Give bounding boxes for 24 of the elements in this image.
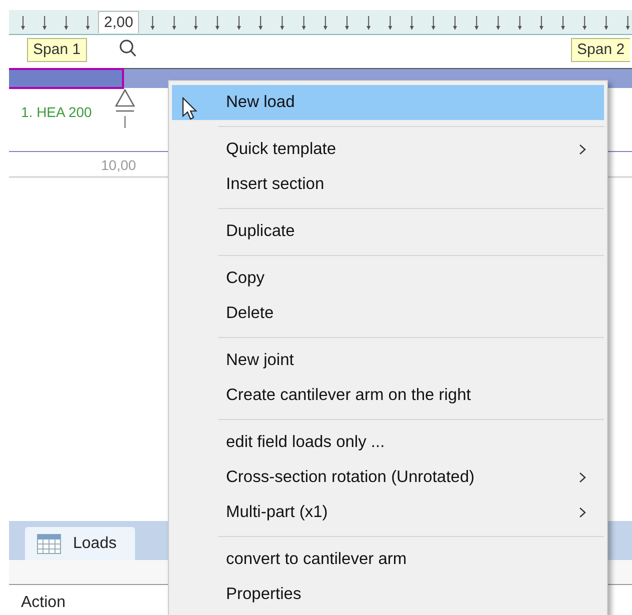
span-label: Span 2	[571, 38, 630, 62]
dimension-label: 10,00	[101, 157, 136, 173]
menu-item[interactable]: Properties	[172, 577, 604, 612]
ruler-label: 2,00	[98, 11, 140, 33]
menu-item[interactable]: Quick template	[172, 132, 604, 167]
menu-item[interactable]: Create cantilever arm on the right	[172, 378, 604, 413]
menu-item[interactable]: Insert section	[172, 167, 604, 202]
menu-item[interactable]: New joint	[172, 343, 604, 378]
menu-item[interactable]: New load	[172, 85, 604, 120]
menu-item[interactable]: Delete	[172, 296, 604, 331]
menu-item[interactable]: Cross-section rotation (Unrotated)	[172, 460, 604, 495]
table-icon	[37, 534, 61, 554]
section-label: 1. HEA 200	[21, 104, 92, 120]
loads-tab[interactable]: Loads	[25, 527, 135, 560]
zoom-icon	[119, 39, 137, 58]
column-header[interactable]: Action	[9, 585, 66, 612]
support-icon	[113, 88, 137, 128]
menu-item[interactable]: Multi-part (x1)	[172, 495, 604, 530]
menu-item[interactable]: edit field loads only ...	[172, 425, 604, 460]
menu-item[interactable]: Copy	[172, 261, 604, 296]
menu-item[interactable]: convert to cantilever arm	[172, 542, 604, 577]
span-label: Span 1	[27, 38, 87, 62]
mouse-cursor-icon	[182, 97, 198, 121]
menu-item[interactable]: Duplicate	[172, 214, 604, 249]
